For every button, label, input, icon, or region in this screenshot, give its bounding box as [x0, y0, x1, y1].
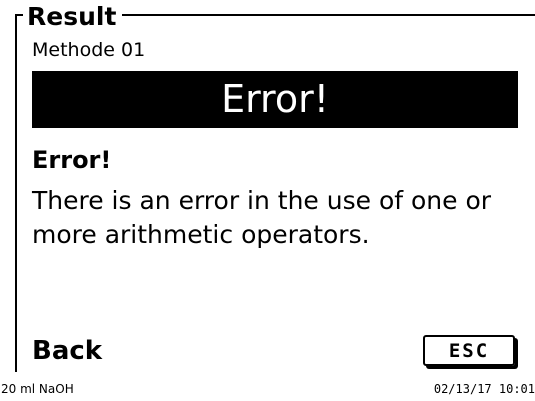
error-heading: Error! — [32, 146, 112, 174]
dialog-title: Result — [23, 2, 123, 32]
status-reagent: 20 ml NaOH — [1, 382, 74, 396]
esc-button[interactable]: ESC — [423, 335, 515, 366]
error-banner: Error! — [32, 71, 518, 128]
method-name: Methode 01 — [32, 39, 146, 61]
error-banner-text: Error! — [221, 77, 329, 121]
esc-button-label: ESC — [448, 339, 490, 362]
error-message: There is an error in the use of one or m… — [32, 186, 492, 249]
back-button[interactable]: Back — [32, 335, 102, 367]
status-datetime: 02/13/17 10:01 — [433, 382, 535, 396]
